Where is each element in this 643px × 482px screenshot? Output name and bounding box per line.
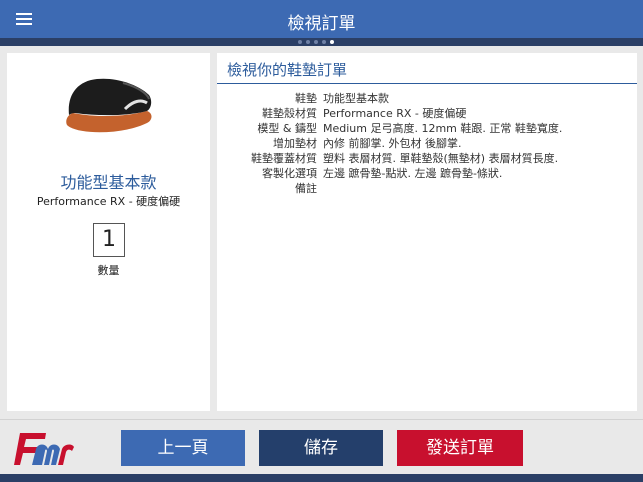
page-dot <box>314 40 318 44</box>
product-name: 功能型基本款 <box>60 173 157 192</box>
detail-label: 客製化選項 <box>262 167 317 180</box>
bottom-bar <box>0 474 643 482</box>
page-dot <box>330 40 334 44</box>
detail-row: 鞋墊 功能型基本款 <box>217 91 637 106</box>
detail-value: 內修 前腳掌. 外包材 後腳掌. <box>323 137 462 150</box>
detail-row: 鞋墊覆蓋材質 塑料 表層材質. 單鞋墊殼(無墊材) 表層材質長度. <box>217 151 637 166</box>
detail-value: 左邊 蹠骨墊-點狀. 左邊 蹠骨墊-條狀. <box>323 167 503 180</box>
previous-page-button[interactable]: 上一頁 <box>121 430 245 466</box>
detail-row: 增加墊材 內修 前腳掌. 外包材 後腳掌. <box>217 136 637 151</box>
product-summary-panel: 功能型基本款 Performance RX - 硬度偏硬 1 數量 <box>7 53 210 411</box>
review-title: 檢視你的鞋墊訂單 <box>227 61 348 79</box>
detail-label: 鞋墊殼材質 <box>262 107 317 120</box>
product-subtitle: Performance RX - 硬度偏硬 <box>36 195 181 208</box>
top-bar: 檢視訂單 <box>0 0 643 38</box>
bottom-toolbar: 上一頁 儲存 發送訂單 <box>0 419 643 474</box>
detail-value: Medium 足弓高度. 12mm 鞋跟. 正常 鞋墊寬度. <box>323 122 563 135</box>
quantity-label: 數量 <box>97 264 120 277</box>
detail-row: 備註 <box>217 181 637 196</box>
brand-logo <box>14 433 74 465</box>
detail-label: 模型 & 鑄型 <box>257 122 317 135</box>
detail-row: 模型 & 鑄型 Medium 足弓高度. 12mm 鞋跟. 正常 鞋墊寬度. <box>217 121 637 136</box>
title-divider <box>217 83 637 84</box>
quantity-field[interactable]: 1 <box>93 223 125 257</box>
detail-label: 鞋墊 <box>295 92 317 105</box>
detail-value: Performance RX - 硬度偏硬 <box>323 107 467 120</box>
page-indicator-bar <box>0 38 643 46</box>
page-indicator <box>298 40 334 44</box>
detail-label: 備註 <box>295 182 317 195</box>
order-details-list: 鞋墊 功能型基本款 鞋墊殼材質 Performance RX - 硬度偏硬 模型 &… <box>217 91 637 196</box>
detail-row: 鞋墊殼材質 Performance RX - 硬度偏硬 <box>217 106 637 121</box>
page-title: 檢視訂單 <box>287 14 356 34</box>
detail-value: 功能型基本款 <box>323 92 389 105</box>
detail-value: 塑料 表層材質. 單鞋墊殼(無墊材) 表層材質長度. <box>323 152 559 165</box>
send-order-button[interactable]: 發送訂單 <box>397 430 523 466</box>
page-dot <box>306 40 310 44</box>
detail-value <box>323 181 637 196</box>
insole-product-image <box>66 78 152 133</box>
detail-label: 鞋墊覆蓋材質 <box>251 152 317 165</box>
order-review-panel: 檢視你的鞋墊訂單 鞋墊 功能型基本款 鞋墊殼材質 Performance RX - … <box>217 53 637 411</box>
detail-label: 增加墊材 <box>273 137 317 150</box>
page-dot <box>322 40 326 44</box>
save-button[interactable]: 儲存 <box>259 430 383 466</box>
detail-row: 客製化選項 左邊 蹠骨墊-點狀. 左邊 蹠骨墊-條狀. <box>217 166 637 181</box>
page-dot <box>298 40 302 44</box>
